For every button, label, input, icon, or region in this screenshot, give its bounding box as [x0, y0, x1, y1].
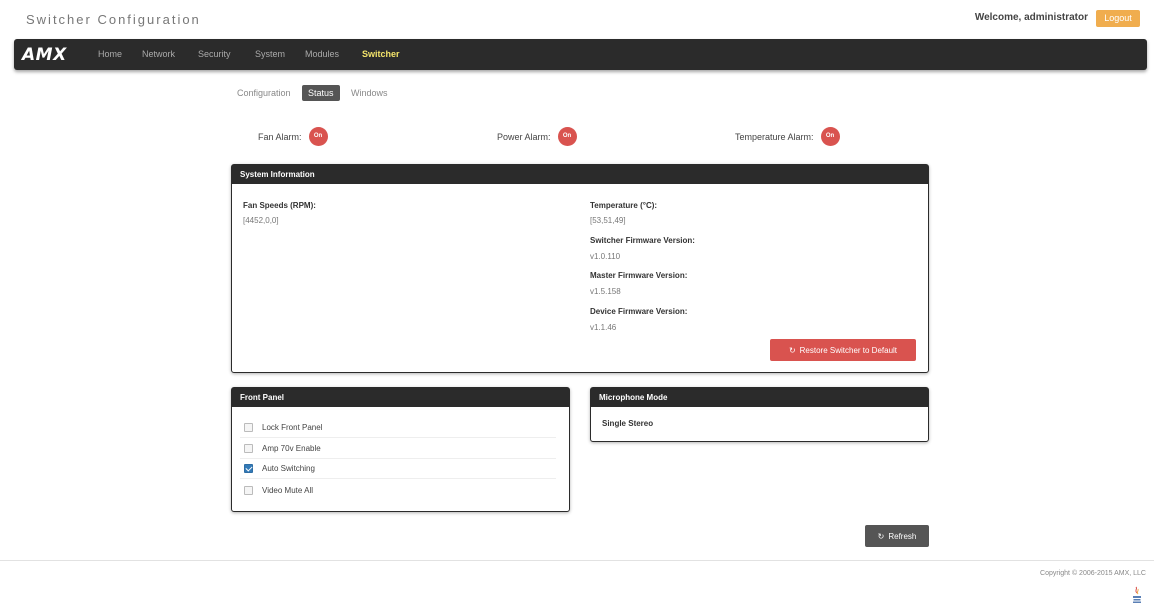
temperature-value: [53,51,49]	[590, 216, 626, 225]
fan-alarm: Fan Alarm: On	[258, 127, 328, 146]
video-mute-all-label: Video Mute All	[262, 485, 313, 495]
nav-item-switcher[interactable]: Switcher	[362, 49, 400, 59]
device-firmware-value: v1.1.46	[590, 323, 617, 332]
amp-70v-label: Amp 70v Enable	[262, 444, 321, 453]
navbar: AMX Home Network Security System Modules…	[14, 39, 1147, 70]
auto-switching-label: Auto Switching	[262, 464, 315, 473]
front-panel-row-amp[interactable]: Amp 70v Enable	[240, 439, 556, 459]
temperature-alarm-label: Temperature Alarm:	[735, 131, 814, 142]
restore-switcher-button[interactable]: ↻ Restore Switcher to Default	[770, 339, 916, 361]
amp-70v-checkbox[interactable]	[244, 444, 253, 453]
master-firmware-value: v1.5.158	[590, 287, 621, 296]
refresh-icon: ↻	[877, 531, 885, 541]
restore-label: Restore Switcher to Default	[799, 345, 898, 355]
fan-alarm-badge: On	[308, 127, 328, 146]
restore-icon: ↻	[788, 345, 796, 355]
nav-item-network[interactable]: Network	[142, 49, 175, 59]
nav-item-modules[interactable]: Modules	[305, 49, 339, 59]
nav-item-system[interactable]: System	[255, 49, 285, 59]
nav-item-security[interactable]: Security	[198, 49, 231, 59]
video-mute-all-checkbox[interactable]	[244, 485, 253, 495]
front-panel-row-lock[interactable]: Lock Front Panel	[240, 418, 556, 438]
lock-front-panel-label: Lock Front Panel	[262, 423, 323, 432]
front-panel-row-video[interactable]: Video Mute All	[240, 480, 556, 500]
app-title: Switcher Configuration	[26, 12, 201, 27]
microphone-mode-title: Microphone Mode	[591, 388, 928, 407]
front-panel-panel: Front Panel Lock Front Panel Amp 70v Ena…	[231, 387, 570, 512]
front-panel-row-auto[interactable]: Auto Switching	[240, 459, 556, 479]
fan-speeds-value: [4452,0,0]	[243, 216, 279, 225]
microphone-mode-value[interactable]: Single Stereo	[602, 419, 653, 428]
switcher-firmware-label: Switcher Firmware Version:	[590, 236, 695, 245]
master-firmware-label: Master Firmware Version:	[590, 271, 688, 280]
system-information-title: System Information	[232, 165, 928, 184]
switcher-firmware-value: v1.0.110	[590, 252, 621, 261]
auto-switching-checkbox[interactable]	[244, 464, 253, 473]
nav-item-home[interactable]: Home	[98, 49, 122, 59]
java-icon	[1133, 586, 1141, 603]
welcome-text: Welcome, administrator	[974, 12, 1088, 23]
fan-speeds-label: Fan Speeds (RPM):	[243, 201, 316, 210]
power-alarm-badge: On	[557, 127, 577, 146]
power-alarm-label: Power Alarm:	[497, 131, 551, 142]
temperature-alarm-badge: On	[820, 127, 840, 146]
device-firmware-label: Device Firmware Version:	[590, 307, 688, 316]
refresh-button[interactable]: ↻ Refresh	[865, 525, 929, 547]
lock-front-panel-checkbox[interactable]	[244, 423, 253, 432]
tab-status[interactable]: Status	[302, 85, 340, 101]
footer-divider	[0, 560, 1154, 561]
tab-configuration[interactable]: Configuration	[237, 88, 291, 98]
system-information-panel: System Information Fan Speeds (RPM): [44…	[231, 164, 929, 373]
tab-windows[interactable]: Windows	[351, 88, 388, 98]
refresh-label: Refresh	[888, 531, 917, 541]
power-alarm: Power Alarm: On	[497, 127, 577, 146]
copyright-text: Copyright © 2006-2015 AMX, LLC	[1040, 570, 1146, 577]
fan-alarm-label: Fan Alarm:	[258, 131, 302, 142]
front-panel-title: Front Panel	[232, 388, 569, 407]
amx-logo[interactable]: AMX	[22, 45, 67, 65]
temperature-label: Temperature (°C):	[590, 201, 658, 210]
microphone-mode-panel: Microphone Mode Single Stereo	[590, 387, 929, 442]
temperature-alarm: Temperature Alarm: On	[735, 127, 840, 146]
logout-button[interactable]: Logout	[1096, 10, 1140, 27]
